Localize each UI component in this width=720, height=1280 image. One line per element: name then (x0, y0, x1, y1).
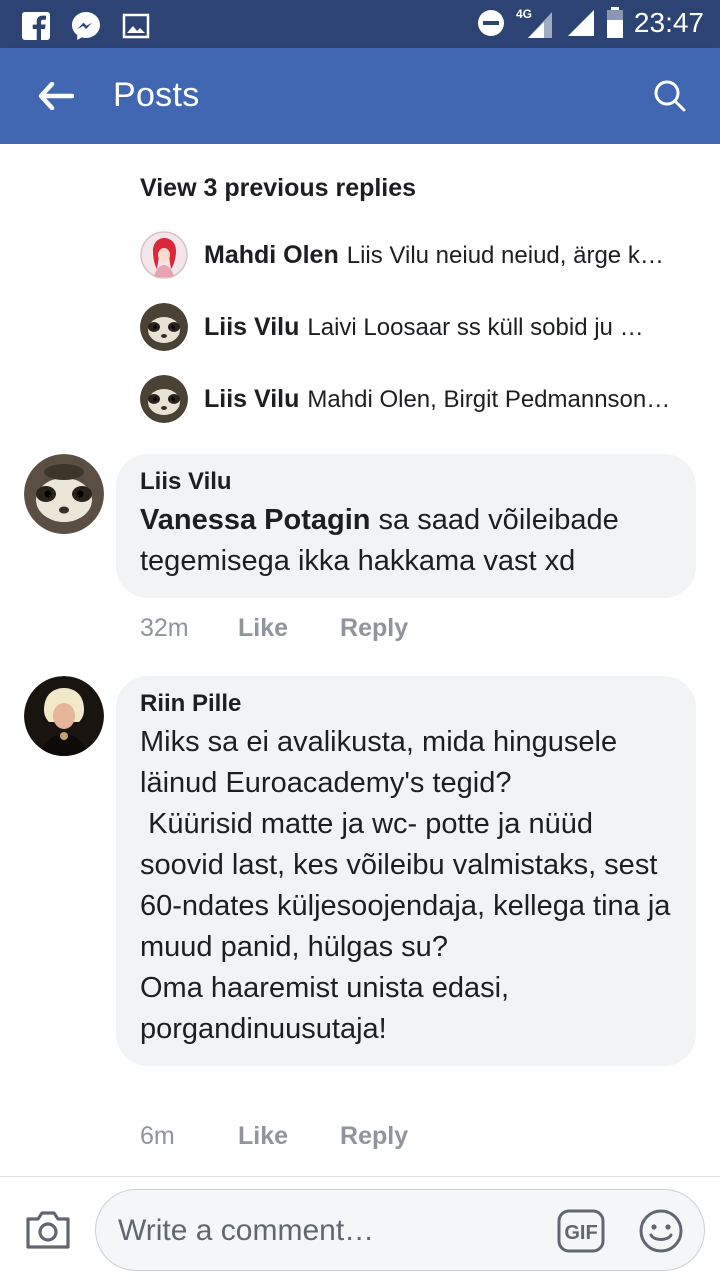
search-icon (654, 80, 686, 112)
signal-icon (567, 10, 594, 36)
comment-author[interactable]: Riin Pille (140, 690, 672, 718)
reply-author[interactable]: Liis Vilu (204, 313, 299, 341)
reply-button[interactable]: Reply (340, 1122, 408, 1151)
facebook-icon (22, 12, 50, 40)
signal-4g-icon: 4G (516, 7, 552, 38)
camera-button[interactable] (24, 1207, 72, 1251)
reply-button[interactable]: Reply (340, 614, 408, 643)
reply-preview-text: Mahdi Olen Liis Vilu neiud neiud, ärge k… (204, 241, 688, 270)
gif-label: GIF (564, 1222, 597, 1244)
reply-preview-row[interactable]: Liis Vilu Mahdi Olen, Birgit Pedmannson… (140, 374, 700, 424)
back-arrow-icon (38, 82, 74, 110)
comment-time: 32m (140, 614, 189, 642)
avatar[interactable] (140, 303, 188, 351)
gallery-icon (122, 13, 150, 39)
comments-feed[interactable]: View 3 previous replies Mahdi Olen Liis V… (0, 144, 720, 1176)
reply-snippet: Liis Vilu neiud neiud, ärge k… (346, 241, 664, 269)
app-bar: Posts (0, 48, 720, 144)
comment-author[interactable]: Liis Vilu (140, 468, 672, 496)
comment: Riin Pille Miks sa ei avalikusta, mida h… (24, 676, 696, 1156)
comment-bubble[interactable]: Liis Vilu Vanessa Potagin sa saad võilei… (116, 454, 696, 598)
clock-time: 23:47 (633, 7, 704, 38)
reply-preview-row[interactable]: Mahdi Olen Liis Vilu neiud neiud, ärge k… (140, 230, 700, 280)
emoji-button[interactable] (638, 1208, 684, 1254)
avatar[interactable] (140, 375, 188, 423)
network-label: 4G (516, 7, 532, 21)
gif-button[interactable]: GIF (556, 1208, 606, 1254)
reply-preview-text: Liis Vilu Laivi Loosaar ss küll sobid ju … (204, 313, 688, 342)
emoji-icon (639, 1209, 683, 1253)
page-title: Posts (113, 76, 200, 114)
back-button[interactable] (30, 72, 82, 120)
avatar[interactable] (24, 454, 104, 534)
status-bar: 4G 23:47 (0, 0, 720, 48)
comment-body: Miks sa ei avalikusta, mida hingusele lä… (140, 726, 671, 1045)
comment-actions: 6m Like Reply (140, 1122, 460, 1151)
reply-preview-row[interactable]: Liis Vilu Laivi Loosaar ss küll sobid ju … (140, 302, 700, 352)
messenger-icon (72, 12, 100, 40)
comment-input[interactable]: Write a comment… GIF (95, 1189, 705, 1271)
comment: Liis Vilu Vanessa Potagin sa saad võilei… (24, 454, 696, 654)
comment-time: 6m (140, 1122, 175, 1150)
comment-composer: Write a comment… GIF (0, 1176, 720, 1280)
reply-author[interactable]: Mahdi Olen (204, 241, 339, 269)
like-button[interactable]: Like (238, 614, 288, 643)
do-not-disturb-icon (477, 10, 504, 36)
battery-icon (606, 7, 623, 38)
comment-text: Vanessa Potagin sa saad võileibade tegem… (140, 500, 672, 582)
avatar[interactable] (24, 676, 104, 756)
mention-link[interactable]: Vanessa Potagin (140, 504, 371, 536)
gif-icon: GIF (557, 1209, 605, 1253)
avatar[interactable] (140, 231, 188, 279)
camera-icon (26, 1211, 70, 1249)
reply-author[interactable]: Liis Vilu (204, 385, 299, 413)
reply-snippet: Mahdi Olen, Birgit Pedmannson… (307, 385, 671, 413)
like-button[interactable]: Like (238, 1122, 288, 1151)
comment-bubble[interactable]: Riin Pille Miks sa ei avalikusta, mida h… (116, 676, 696, 1066)
comment-input-placeholder: Write a comment… (118, 1214, 375, 1247)
search-button[interactable] (648, 74, 692, 118)
reply-snippet: Laivi Loosaar ss küll sobid ju … (307, 313, 644, 341)
view-previous-replies-link[interactable]: View 3 previous replies (140, 174, 416, 203)
comment-actions: 32m Like Reply (140, 614, 460, 643)
reply-preview-text: Liis Vilu Mahdi Olen, Birgit Pedmannson… (204, 385, 688, 414)
